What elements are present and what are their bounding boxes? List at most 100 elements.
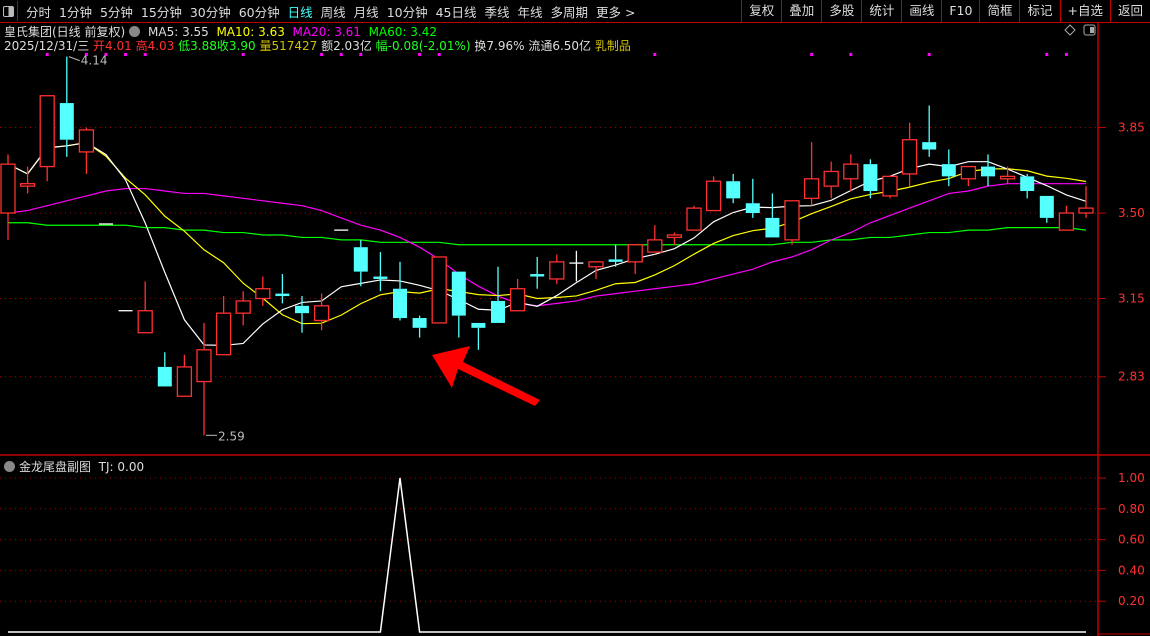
candle-body xyxy=(353,247,368,272)
tab-period[interactable]: 分时 xyxy=(22,2,55,21)
candle xyxy=(215,296,232,356)
y-tick-label: 1.00 xyxy=(1118,471,1145,485)
candle xyxy=(59,56,74,157)
candle xyxy=(196,322,212,436)
toolbar-button[interactable]: 复权 xyxy=(741,0,781,22)
toolbar-button[interactable]: 简框 xyxy=(979,0,1019,22)
tab-period[interactable]: 月线 xyxy=(350,2,383,21)
candle xyxy=(960,165,977,187)
candle xyxy=(1058,205,1075,231)
candle xyxy=(666,232,683,245)
candle-body xyxy=(1020,176,1035,192)
tab-period[interactable]: 45日线 xyxy=(432,2,481,21)
tab-period[interactable]: 60分钟 xyxy=(235,2,284,21)
toolbar-button[interactable]: 多股 xyxy=(821,0,861,22)
candle-body xyxy=(745,203,760,213)
max-pointer xyxy=(68,56,80,62)
y-tick-label: 0.40 xyxy=(1118,563,1145,577)
toolbar-button[interactable]: F10 xyxy=(941,0,979,22)
amount: 额2.03亿 xyxy=(321,39,372,53)
candle xyxy=(882,175,898,199)
close: 收3.90 xyxy=(216,39,256,53)
candle xyxy=(823,161,839,199)
candle-body xyxy=(491,300,505,323)
candle-body xyxy=(901,139,918,175)
y-tick-label: 0.60 xyxy=(1118,533,1145,547)
candle xyxy=(647,225,663,253)
candle xyxy=(471,322,486,350)
candle-body xyxy=(765,217,780,238)
tab-period[interactable]: 5分钟 xyxy=(96,2,137,21)
candle xyxy=(922,105,937,157)
candle-body xyxy=(78,129,95,153)
candle xyxy=(275,274,290,304)
candle-body xyxy=(530,274,545,277)
candle-body xyxy=(431,256,447,324)
sector[interactable]: 乳制品 xyxy=(595,39,631,53)
candle xyxy=(843,154,859,192)
candle xyxy=(137,281,153,334)
candle-body xyxy=(313,305,330,322)
subchart-header: 金龙尾盘副图 TJ: 0.00 xyxy=(4,458,144,475)
toolbar-button[interactable]: 统计 xyxy=(861,0,901,22)
candle-body xyxy=(803,178,820,199)
panel-toggle-button[interactable] xyxy=(0,1,18,21)
tab-period[interactable]: 10分钟 xyxy=(383,2,432,21)
toolbar-button[interactable]: 标记 xyxy=(1019,0,1059,22)
candle xyxy=(295,296,309,333)
tab-period[interactable]: 多周期 xyxy=(547,2,593,21)
tj-value: TJ: 0.00 xyxy=(98,460,145,474)
low: 低3.88 xyxy=(178,39,217,53)
tab-period[interactable]: 年线 xyxy=(514,2,547,21)
tab-period[interactable]: 1分钟 xyxy=(55,2,96,21)
candle xyxy=(491,266,505,323)
dropdown-icon[interactable] xyxy=(4,461,15,472)
candle xyxy=(1039,195,1054,223)
candle-body xyxy=(823,170,839,187)
price-chart[interactable]: 3.85 3.50 3.15 2.83 4.14 2.59 1.00 0.80 0.60 0.40… xyxy=(0,0,1150,636)
candle xyxy=(981,154,995,187)
turnover: 换7.96% xyxy=(474,39,525,53)
toolbar-button[interactable]: 叠加 xyxy=(781,0,821,22)
candle xyxy=(726,173,741,204)
max-price-label: 4.14 xyxy=(81,54,108,68)
candle xyxy=(393,261,407,321)
candle xyxy=(431,256,447,324)
quote-info: 2025/12/31/三 开4.01 高4.03 低3.88收3.90 量517… xyxy=(4,37,631,54)
candle-body xyxy=(196,349,212,383)
candle xyxy=(509,278,526,312)
candle xyxy=(549,254,565,284)
candle-body xyxy=(882,175,898,197)
signal-marker xyxy=(927,53,931,56)
candle-body xyxy=(981,166,995,177)
candle-body xyxy=(509,288,526,312)
candle-body xyxy=(137,310,153,334)
candle xyxy=(157,352,172,387)
candle-body xyxy=(647,239,663,253)
candle xyxy=(705,176,722,212)
candle xyxy=(784,200,800,245)
candle xyxy=(863,159,878,199)
y-tick-label: 3.85 xyxy=(1118,120,1145,134)
arrow-annotation xyxy=(432,346,540,406)
open: 开4.01 xyxy=(93,39,132,53)
tab-period[interactable]: 30分钟 xyxy=(186,2,235,21)
dropdown-icon[interactable] xyxy=(129,26,141,37)
candle-body xyxy=(471,322,486,328)
change: 幅-0.08(-2.01%) xyxy=(375,39,471,53)
tab-period[interactable]: 日线 xyxy=(284,2,317,21)
toolbar-button[interactable]: +自选 xyxy=(1059,0,1110,22)
tab-period[interactable]: 周线 xyxy=(317,2,350,21)
tab-period[interactable]: 更多 > xyxy=(592,2,639,21)
tab-period[interactable]: 15分钟 xyxy=(137,2,186,21)
signal-marker xyxy=(810,53,814,56)
toolbar-button[interactable]: 返回 xyxy=(1109,0,1150,22)
candle xyxy=(941,149,956,187)
toolbar-button[interactable]: 画线 xyxy=(901,0,941,22)
candle-body xyxy=(627,244,643,263)
candle-body xyxy=(941,164,956,177)
candle xyxy=(569,250,584,282)
high: 高4.03 xyxy=(135,39,175,53)
tab-period[interactable]: 季线 xyxy=(481,2,514,21)
candle-body xyxy=(295,305,309,314)
